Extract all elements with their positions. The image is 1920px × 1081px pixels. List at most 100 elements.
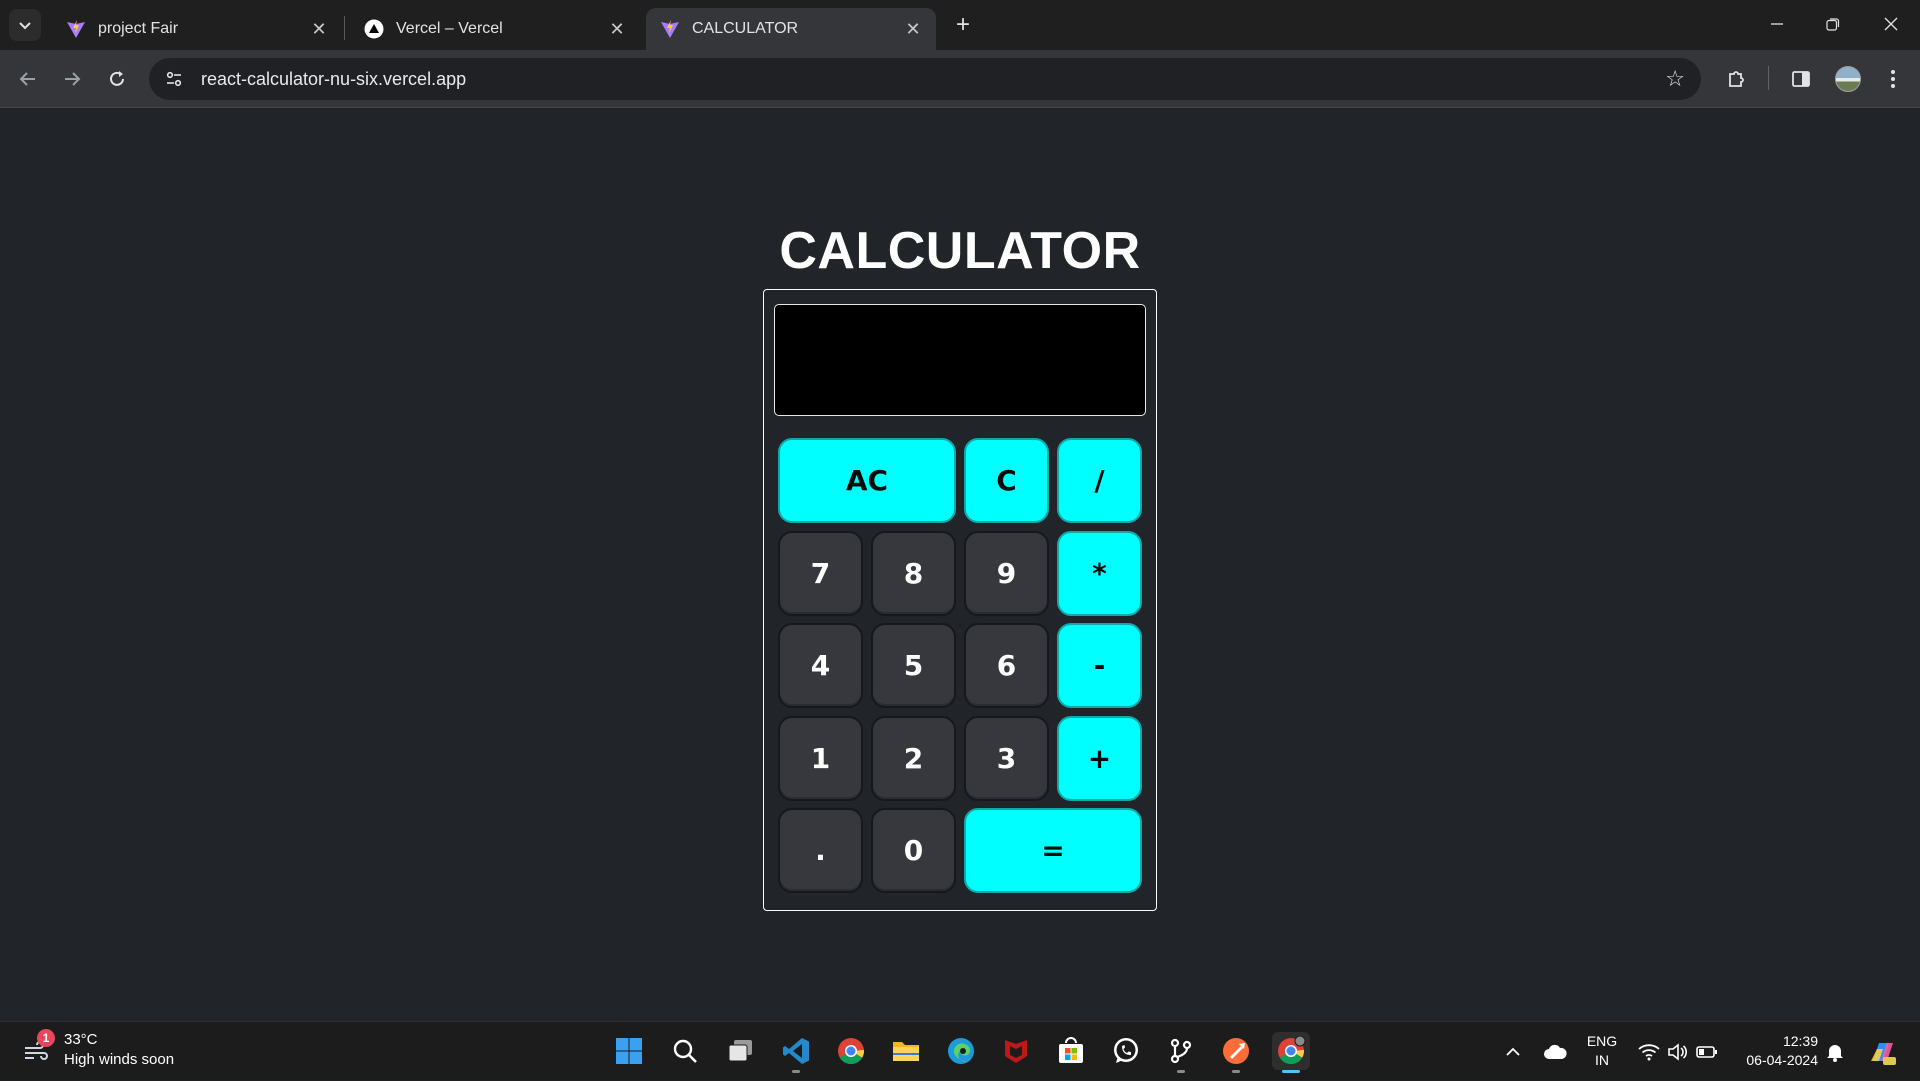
new-tab-button[interactable]: + [948,10,978,40]
onedrive-tray-button[interactable] [1540,1022,1570,1081]
multiply-button[interactable]: * [1057,531,1142,616]
all-clear-button[interactable]: AC [778,438,956,523]
github-desktop-taskbar-app[interactable] [1162,1032,1200,1073]
system-clock[interactable]: 12:39 06-04-2024 [1734,1032,1818,1070]
taskbar-search-button[interactable] [666,1032,704,1070]
file-explorer-taskbar-app[interactable] [887,1032,925,1070]
whatsapp-taskbar-app[interactable] [1107,1032,1145,1070]
battery-tray-icon[interactable] [1694,1022,1720,1081]
clear-button[interactable]: C [964,438,1049,523]
git-branch-icon [1170,1038,1192,1064]
digit-9-button[interactable]: 9 [964,531,1049,616]
wifi-icon [1638,1043,1660,1060]
wifi-tray-icon[interactable] [1636,1022,1662,1081]
browser-toolbar: react-calculator-nu-six.vercel.app ☆ [0,50,1920,108]
clock-time: 12:39 [1782,1033,1818,1049]
tab-search-button[interactable] [9,9,41,41]
edge-taskbar-app[interactable] [942,1032,980,1070]
tab-project-fair[interactable]: project Fair ✕ [52,8,342,50]
close-icon[interactable]: ✕ [308,18,330,40]
digit-2-button[interactable]: 2 [871,716,956,801]
tab-vercel[interactable]: Vercel – Vercel ✕ [350,8,640,50]
copilot-icon [1871,1042,1896,1065]
calculator-panel: AC C / 7 8 9 * 4 5 6 - 1 2 3 + . 0 = [763,289,1157,911]
extensions-button[interactable] [1722,64,1752,94]
digit-4-button[interactable]: 4 [778,623,863,708]
browser-tabstrip: project Fair ✕ Vercel – Vercel ✕ CALCULA… [0,0,1920,50]
postman-taskbar-app[interactable] [1217,1032,1255,1073]
edge-icon [948,1038,974,1064]
browser-menu-button[interactable] [1878,64,1908,94]
restore-button[interactable] [1808,6,1858,42]
running-indicator [1282,1070,1300,1073]
cloud-icon [1544,1044,1567,1059]
show-hidden-icons-button[interactable] [1500,1022,1526,1081]
subtract-button[interactable]: - [1057,623,1142,708]
close-icon[interactable]: ✕ [902,18,924,40]
add-button[interactable]: + [1057,716,1142,801]
reload-button[interactable] [100,62,134,96]
digit-6-button[interactable]: 6 [964,623,1049,708]
page-title: CALCULATOR [779,222,1141,280]
battery-icon [1696,1045,1717,1058]
tab-title: Vercel – Vercel [396,20,503,37]
address-bar[interactable]: react-calculator-nu-six.vercel.app ☆ [149,58,1701,100]
back-button[interactable] [11,62,45,96]
forward-button[interactable] [55,62,89,96]
whatsapp-icon [1114,1038,1138,1063]
reload-icon [110,71,124,86]
window-close-button[interactable] [1866,6,1916,42]
weather-temperature[interactable]: 33°C [64,1031,98,1048]
arrow-left-icon [19,72,35,86]
chrome-active-taskbar-app[interactable] [1272,1032,1310,1073]
vscode-taskbar-app[interactable] [777,1032,815,1073]
chrome-icon [838,1038,865,1065]
speaker-icon [1668,1042,1687,1061]
minimize-button[interactable] [1752,6,1802,42]
side-panel-button[interactable] [1786,64,1816,94]
language-region: IN [1595,1052,1609,1068]
chevron-up-icon [1506,1047,1520,1056]
microsoft-store-taskbar-app[interactable] [1052,1032,1090,1070]
digit-7-button[interactable]: 7 [778,531,863,616]
digit-1-button[interactable]: 1 [778,716,863,801]
running-indicator [1232,1070,1240,1073]
digit-8-button[interactable]: 8 [871,531,956,616]
bookmark-star-icon[interactable]: ☆ [1665,67,1685,91]
store-bag-icon [1059,1037,1083,1063]
start-button[interactable] [610,1032,648,1070]
mcafee-taskbar-app[interactable] [997,1032,1035,1070]
equals-button[interactable]: = [964,808,1142,893]
digit-5-button[interactable]: 5 [871,623,956,708]
search-icon [673,1039,697,1063]
windows-taskbar: 1 33°C High winds soon ENG IN 12:39 06-0… [0,1021,1920,1080]
volume-tray-icon[interactable] [1664,1022,1690,1081]
divide-button[interactable]: / [1057,438,1142,523]
chrome-taskbar-app[interactable] [832,1032,870,1070]
folder-icon [893,1042,919,1061]
url-text[interactable]: react-calculator-nu-six.vercel.app [201,69,466,90]
site-info-icon[interactable] [157,62,191,96]
digit-0-button[interactable]: 0 [871,808,956,893]
calculator-display [774,304,1146,416]
restore-icon [1826,18,1840,31]
language-indicator[interactable]: ENG IN [1582,1032,1622,1070]
profile-avatar[interactable] [1835,66,1861,92]
mcafee-shield-icon [1005,1040,1027,1063]
weather-description[interactable]: High winds soon [64,1051,174,1068]
copilot-button[interactable] [1864,1022,1900,1081]
vite-favicon-icon [66,19,86,39]
tab-calculator[interactable]: CALCULATOR ✕ [646,8,936,50]
decimal-button[interactable]: . [778,808,863,893]
postman-icon [1223,1038,1249,1064]
weather-alert-badge: 1 [37,1029,55,1047]
digit-3-button[interactable]: 3 [964,716,1049,801]
notifications-button[interactable] [1822,1022,1848,1081]
close-icon[interactable]: ✕ [606,18,628,40]
close-icon [1884,17,1898,31]
language-code: ENG [1586,1033,1618,1049]
puzzle-icon [1729,71,1744,87]
chrome-icon [1278,1036,1306,1065]
task-view-button[interactable] [722,1032,760,1070]
tab-title: project Fair [98,20,179,37]
